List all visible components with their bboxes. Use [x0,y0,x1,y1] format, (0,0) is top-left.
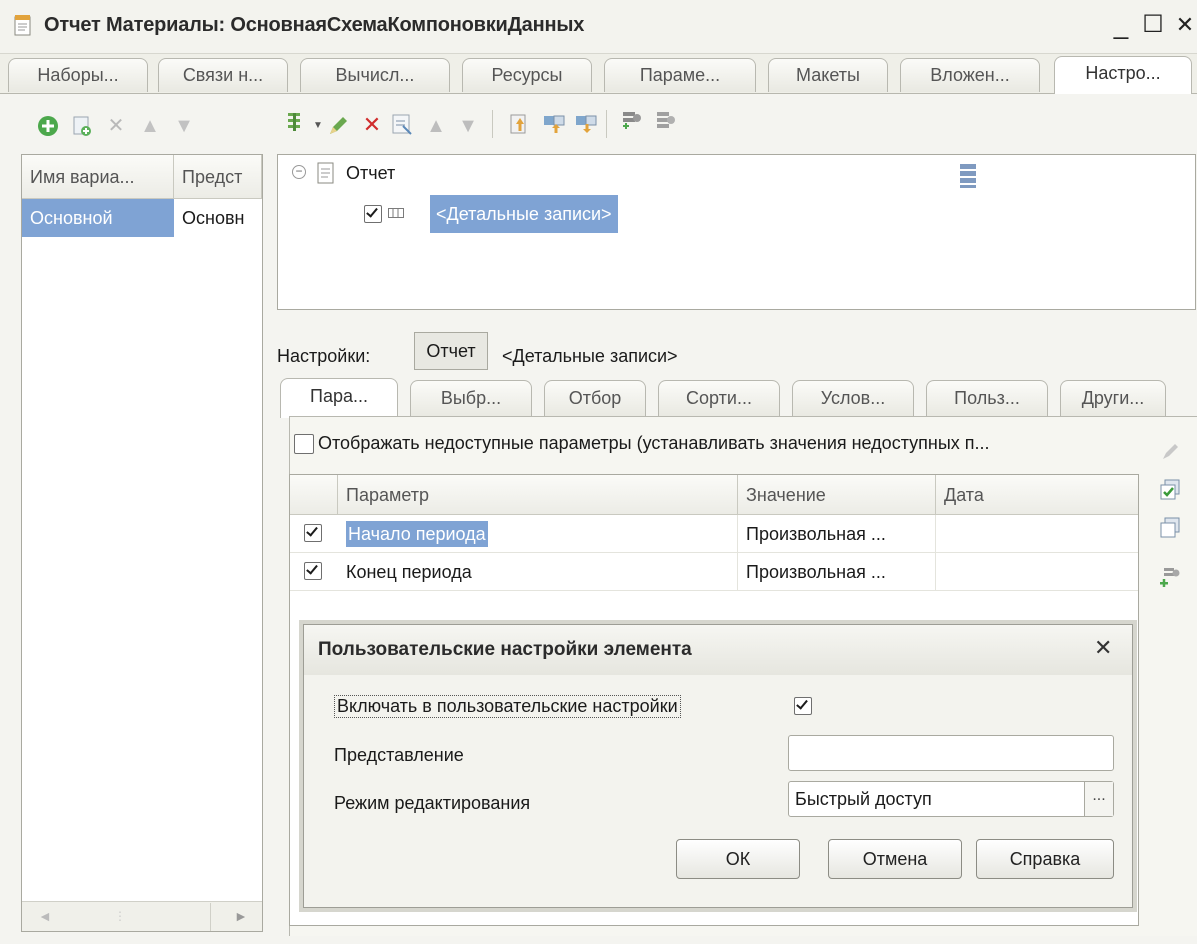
level-up-icon[interactable] [508,112,532,136]
tab-settings[interactable]: Настро... [1054,56,1192,94]
uncheck-all-icon[interactable] [1158,516,1182,540]
report-icon [317,162,334,184]
tab-calculated[interactable]: Вычисл... [300,58,450,92]
tab-resources[interactable]: Ресурсы [462,58,592,92]
parameter-name-cell[interactable]: Начало периода [338,515,738,553]
presentation-label: Представление [334,745,464,765]
parameter-value-cell[interactable]: Произвольная ... [738,553,936,591]
parameter-name: Начало периода [346,521,488,547]
tree-root-label[interactable]: Отчет [346,163,395,184]
minimize-button[interactable]: _ [1106,10,1136,40]
records-icon [388,208,404,218]
tree-detail-records[interactable]: <Детальные записи> [430,195,618,233]
move-down-icon[interactable]: ▼ [172,114,196,138]
delete-icon[interactable]: ✕ [360,113,384,137]
delete-icon[interactable]: ✕ [104,114,128,138]
show-unavailable-checkbox[interactable] [294,434,314,454]
settings-panel: ✕ ▲ ▼ ▼ ✕ ▲ ▼ Имя вариа... Предст Основн… [0,94,1197,944]
move-up-icon[interactable]: ▲ [424,114,448,138]
edit-mode-value: Быстрый доступ [795,789,932,809]
user-settings-dialog: Пользовательские настройки элемента ✕ Вк… [303,624,1133,908]
ungroup-icon[interactable] [574,112,598,136]
parameter-date-cell[interactable] [936,515,1138,553]
column-header-parameter[interactable]: Параметр [338,475,738,515]
maximize-button[interactable]: ☐ [1138,10,1168,40]
table-row[interactable]: Конец периода Произвольная ... [290,553,1138,591]
column-header-presentation[interactable]: Предст [174,155,262,199]
user-settings-add-icon[interactable] [620,110,644,134]
tab-other[interactable]: Други... [1060,380,1166,416]
report-icon [14,15,31,36]
title-bar: Отчет Материалы: ОсновнаяСхемаКомпоновки… [0,0,1197,54]
cancel-button[interactable]: Отмена [828,839,962,879]
help-button[interactable]: Справка [976,839,1114,879]
dialog-title: Пользовательские настройки элемента [318,639,692,660]
tab-selection[interactable]: Выбр... [410,380,532,416]
window-title: Отчет Материалы: ОсновнаяСхемаКомпоновки… [44,14,585,36]
column-header-date[interactable]: Дата [936,475,1138,515]
tab-nested[interactable]: Вложен... [900,58,1040,92]
group-icon[interactable] [542,112,566,136]
user-settings-icon[interactable] [654,110,678,134]
variant-presentation-cell[interactable]: Основн [174,199,262,237]
tab-layouts[interactable]: Макеты [768,58,888,92]
copy-add-icon[interactable] [70,114,94,138]
settings-label: Настройки: [277,346,371,366]
parameter-date-cell[interactable] [936,553,1138,591]
column-header-value[interactable]: Значение [738,475,936,515]
presentation-input[interactable] [788,735,1114,771]
scroll-right-icon[interactable]: ► [234,908,248,924]
add-grouping-icon[interactable] [284,110,308,134]
tab-sorting[interactable]: Сорти... [658,380,780,416]
add-icon[interactable] [36,114,60,138]
structure-tree: − Отчет <Детальные записи> [277,154,1196,310]
edit-mode-field[interactable]: Быстрый доступ [788,781,1114,817]
column-header-use [290,475,338,515]
use-checkbox[interactable] [304,562,322,580]
settings-report-button[interactable]: Отчет [414,332,488,370]
settings-current-element: <Детальные записи> [502,346,678,366]
include-in-user-settings-checkbox[interactable] [794,697,812,715]
table-row[interactable]: Начало периода Произвольная ... [290,515,1138,553]
tab-datasets[interactable]: Наборы... [8,58,148,92]
variant-name-cell[interactable]: Основной [22,199,174,237]
column-header-variant-name[interactable]: Имя вариа... [22,155,174,199]
tab-user-fields[interactable]: Польз... [926,380,1048,416]
edit-icon[interactable] [326,114,350,138]
detail-records-checkbox[interactable] [364,205,382,223]
ok-button[interactable]: ОК [676,839,800,879]
close-button[interactable]: ✕ [1170,10,1197,40]
tab-links[interactable]: Связи н... [158,58,288,92]
move-up-icon[interactable]: ▲ [138,114,162,138]
user-settings-add-icon[interactable] [1158,566,1182,590]
edit-mode-choose-button[interactable]: ... [1084,782,1113,816]
move-down-icon[interactable]: ▼ [456,114,480,138]
parameter-value-cell[interactable]: Произвольная ... [738,515,936,553]
parameter-name-cell[interactable]: Конец периода [338,553,738,591]
include-in-user-settings-label[interactable]: Включать в пользовательские настройки [334,695,681,718]
tab-conditional[interactable]: Услов... [792,380,914,416]
dialog-close-button[interactable]: ✕ [1094,635,1112,661]
variants-table: Имя вариа... Предст Основной Основн ◄ ⋮ … [21,154,263,932]
use-checkbox[interactable] [304,524,322,542]
edit-icon[interactable] [1158,440,1182,464]
edit-mode-label: Режим редактирования [334,793,531,813]
scroll-thumb[interactable]: ⋮ [114,910,126,922]
collapse-icon[interactable]: − [292,165,306,179]
tab-filter[interactable]: Отбор [544,380,646,416]
layout-icon[interactable] [958,163,978,189]
tab-parameters[interactable]: Параме... [604,58,756,92]
tab-parameters-sub[interactable]: Пара... [280,378,398,418]
check-all-icon[interactable] [1158,478,1182,502]
horizontal-scrollbar[interactable]: ◄ ⋮ ► [22,901,262,931]
properties-icon[interactable] [390,112,414,136]
scroll-left-icon[interactable]: ◄ [38,908,52,924]
top-tabs: Наборы... Связи н... Вычисл... Ресурсы П… [0,54,1197,94]
show-unavailable-label[interactable]: Отображать недоступные параметры (устана… [318,433,990,454]
